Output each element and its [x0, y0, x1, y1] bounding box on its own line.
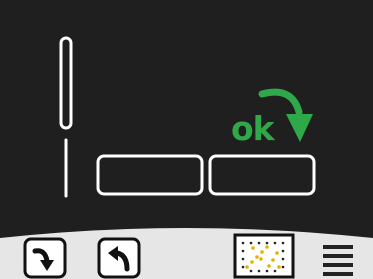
chart-grid-icon[interactable] [233, 233, 295, 279]
input-box-left[interactable] [96, 154, 204, 196]
vertical-slider-track[interactable] [59, 36, 73, 130]
display-graphics [59, 36, 316, 198]
redo-arrow-icon[interactable] [23, 237, 67, 279]
bottom-toolbar [0, 220, 373, 279]
menu-icon[interactable] [321, 242, 355, 278]
display-area: ok [0, 0, 373, 238]
input-box-right[interactable] [208, 154, 316, 196]
undo-arrow-icon[interactable] [97, 237, 141, 279]
device-screen: ok [0, 0, 373, 279]
ok-label[interactable]: ok [231, 111, 275, 147]
